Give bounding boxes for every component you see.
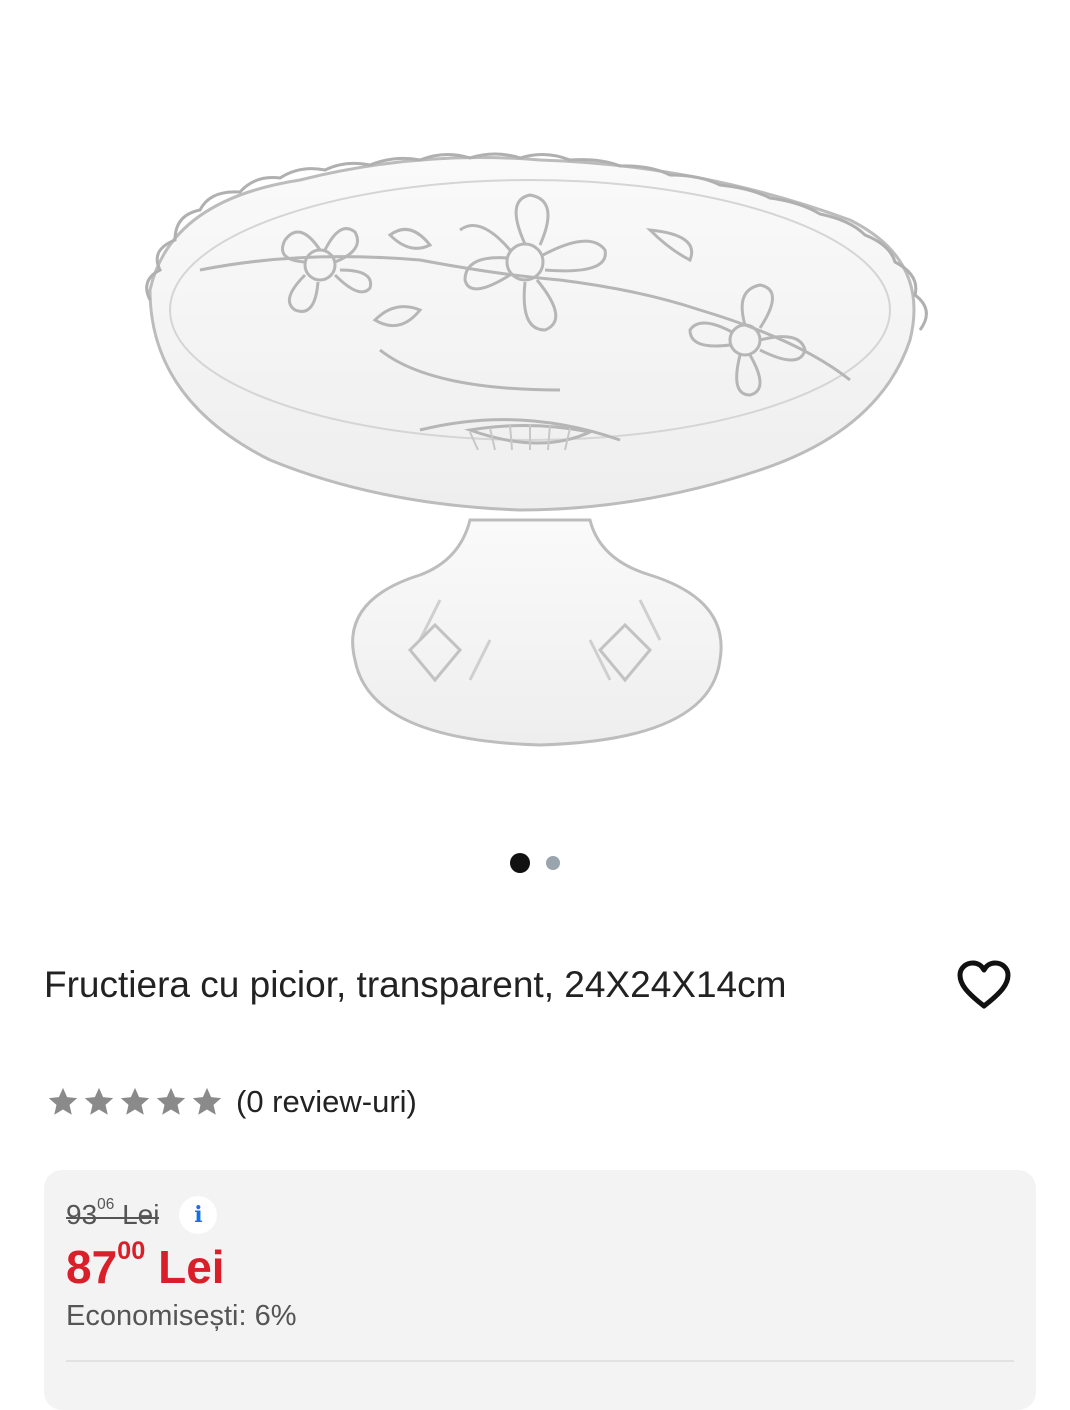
price-card: 9306 Lei i 8700 Lei Economisești: 6% [44,1170,1036,1410]
saving-text: Economisești: 6% [66,1300,297,1332]
star-icon [156,1087,186,1115]
info-icon[interactable]: i [179,1196,218,1234]
rating-row: (0 review-uri) [46,1084,417,1120]
gallery-dot-1[interactable] [510,853,530,873]
current-price-dec: 00 [117,1237,146,1266]
product-image-gallery[interactable] [0,0,1070,900]
reviews-link[interactable]: (0 review-uri) [236,1084,417,1120]
old-price-currency: Lei [122,1199,160,1230]
fruit-bowl-image [145,152,928,747]
heart-icon [957,960,1011,1009]
old-price-int: 93 [66,1199,98,1230]
old-price: 9306 Lei [66,1195,160,1231]
star-icon [84,1087,114,1115]
rating-stars [46,1085,224,1119]
product-title-row: Fructiera cu picior, transparent, 24X24X… [44,955,1014,1015]
product-title: Fructiera cu picior, transparent, 24X24X… [44,964,787,1005]
gallery-pagination [0,853,1070,873]
gallery-dot-2[interactable] [546,856,560,870]
old-price-row: 9306 Lei i [66,1195,218,1234]
star-icon [48,1087,78,1115]
current-price-currency: Lei [158,1241,225,1293]
divider [66,1360,1014,1362]
favorite-button[interactable] [954,955,1014,1015]
current-price-int: 87 [66,1241,118,1293]
star-icon [120,1087,150,1115]
current-price: 8700 Lei [66,1237,225,1294]
star-icon [192,1087,222,1115]
old-price-dec: 06 [97,1195,115,1213]
